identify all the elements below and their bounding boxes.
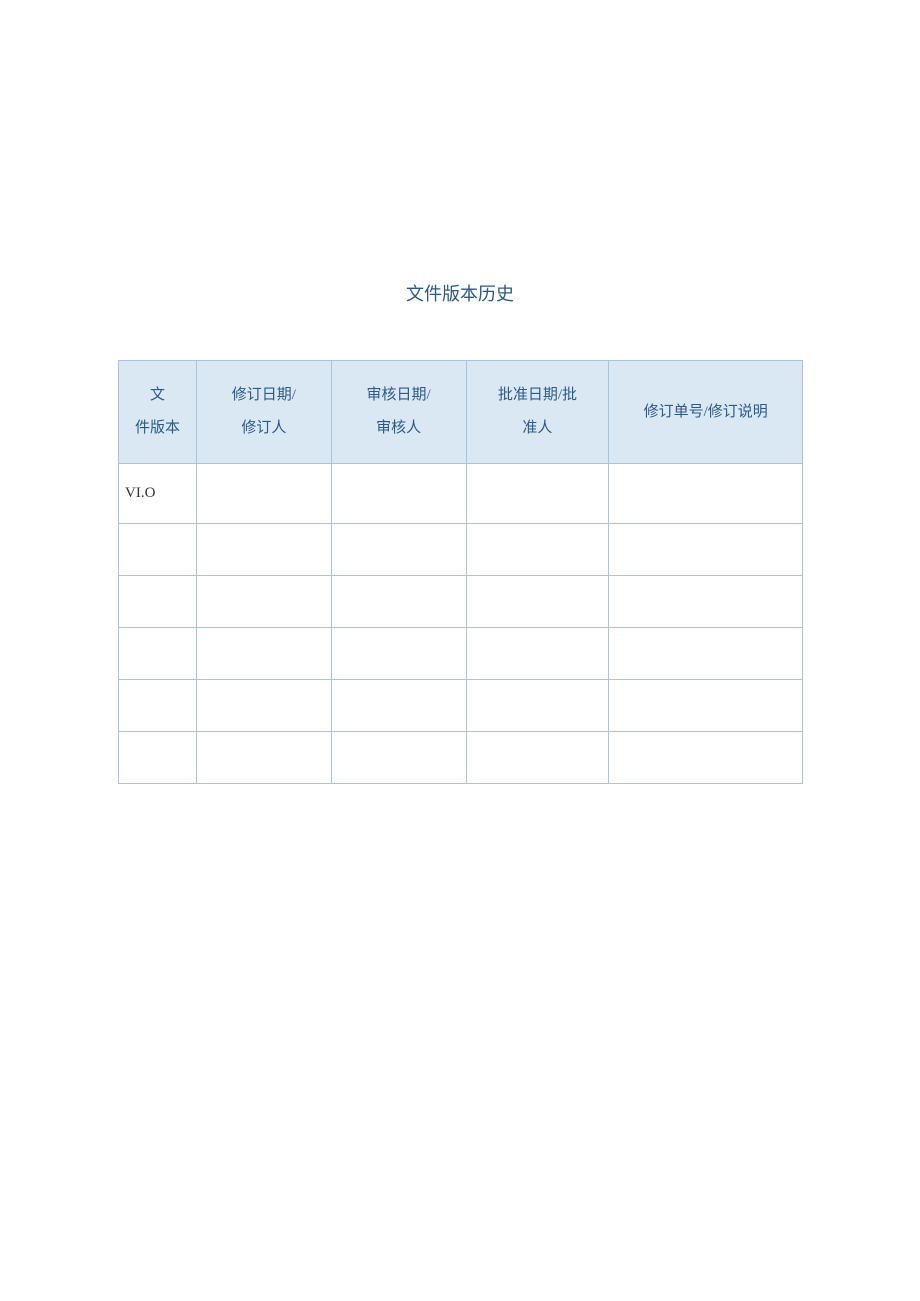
- cell-description: [609, 732, 803, 784]
- header-review: 审核日期/审核人: [331, 361, 466, 464]
- cell-version: [119, 576, 197, 628]
- cell-review: [331, 732, 466, 784]
- cell-version: [119, 628, 197, 680]
- cell-review: [331, 576, 466, 628]
- cell-description: [609, 576, 803, 628]
- cell-description: [609, 628, 803, 680]
- header-revise: 修订日期/修订人: [196, 361, 331, 464]
- cell-approve: [466, 680, 609, 732]
- table-row: [119, 680, 803, 732]
- cell-revise: [196, 464, 331, 524]
- cell-version: [119, 524, 197, 576]
- cell-approve: [466, 732, 609, 784]
- cell-review: [331, 628, 466, 680]
- cell-review: [331, 680, 466, 732]
- header-approve: 批准日期/批准人: [466, 361, 609, 464]
- table-row: [119, 524, 803, 576]
- cell-review: [331, 464, 466, 524]
- header-description: 修订单号/修订说明: [609, 361, 803, 464]
- table-row: [119, 628, 803, 680]
- cell-revise: [196, 628, 331, 680]
- cell-approve: [466, 576, 609, 628]
- cell-version: [119, 680, 197, 732]
- table-header-row: 文件版本 修订日期/修订人 审核日期/审核人 批准日期/批准人 修订单号/修订说…: [119, 361, 803, 464]
- cell-version: [119, 732, 197, 784]
- page-title: 文件版本历史: [0, 280, 920, 306]
- cell-approve: [466, 464, 609, 524]
- cell-review: [331, 524, 466, 576]
- table-row: [119, 732, 803, 784]
- cell-revise: [196, 732, 331, 784]
- table-row: VI.O: [119, 464, 803, 524]
- table-row: [119, 576, 803, 628]
- cell-description: [609, 680, 803, 732]
- header-version: 文件版本: [119, 361, 197, 464]
- cell-description: [609, 464, 803, 524]
- cell-revise: [196, 680, 331, 732]
- cell-revise: [196, 576, 331, 628]
- cell-revise: [196, 524, 331, 576]
- cell-approve: [466, 524, 609, 576]
- cell-description: [609, 524, 803, 576]
- cell-version: VI.O: [119, 464, 197, 524]
- version-history-table: 文件版本 修订日期/修订人 审核日期/审核人 批准日期/批准人 修订单号/修订说…: [118, 360, 803, 784]
- cell-approve: [466, 628, 609, 680]
